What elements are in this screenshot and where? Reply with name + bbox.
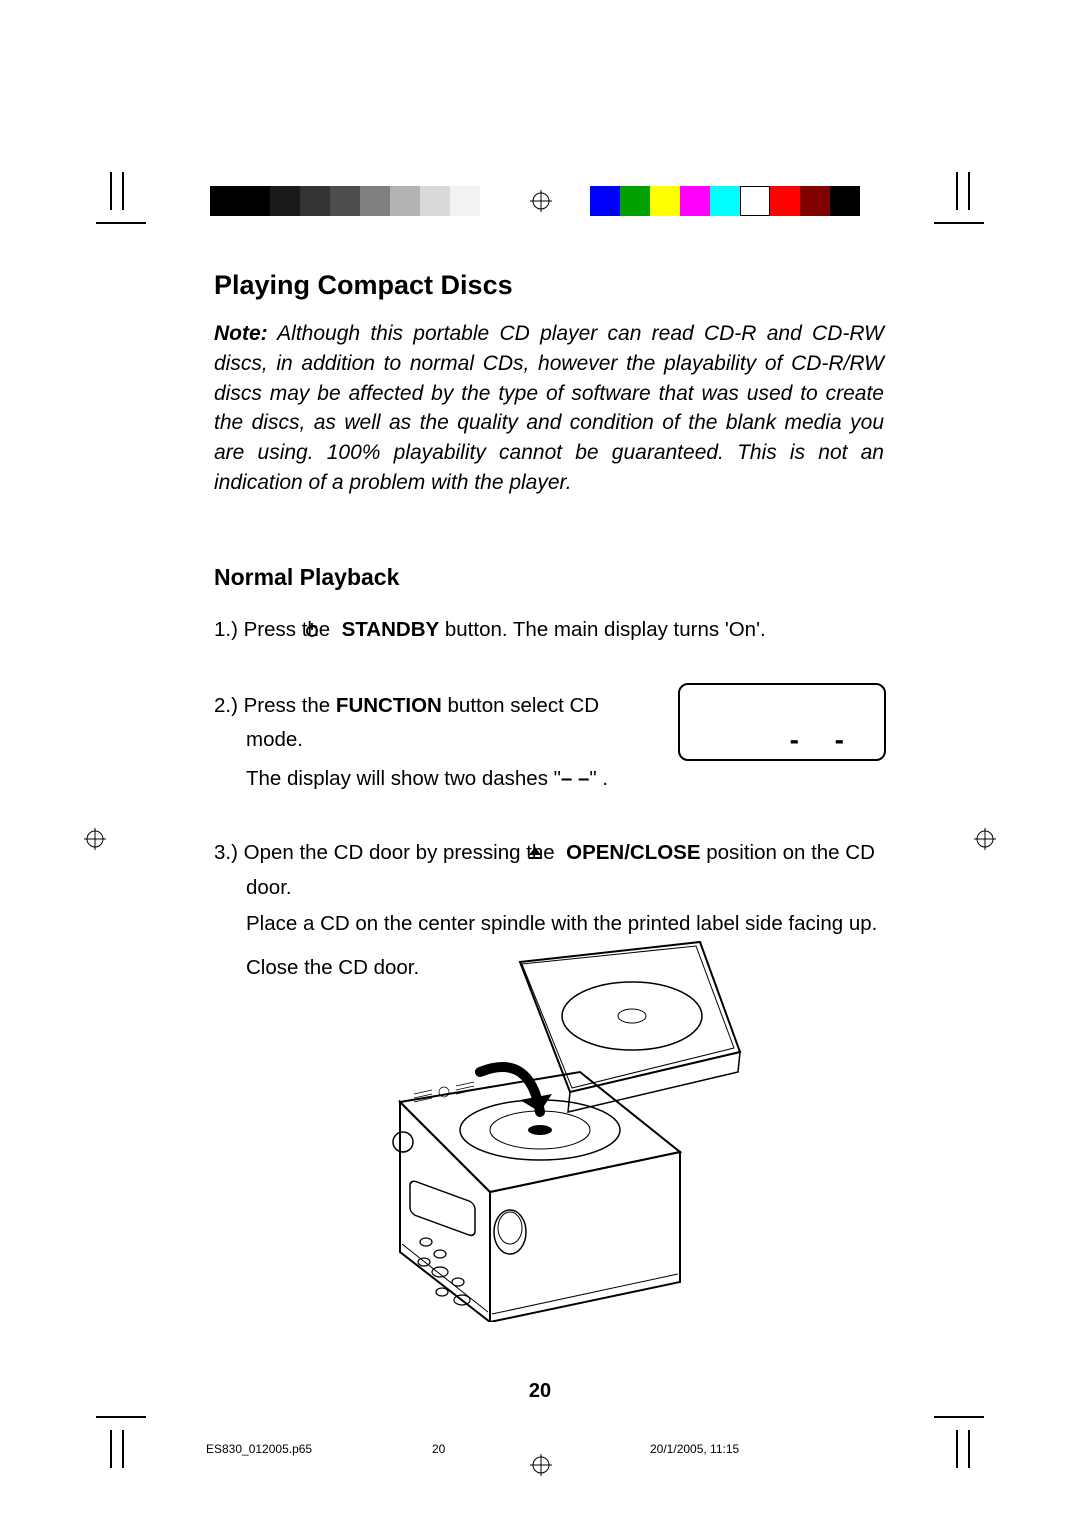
section-heading: Playing Compact Discs bbox=[214, 270, 884, 301]
step2-pre: 2.) Press the bbox=[214, 694, 336, 717]
page-number: 20 bbox=[0, 1380, 1080, 1403]
note-text: Although this portable CD player can rea… bbox=[214, 322, 884, 494]
step-1: 1.) Press the STANDBY button. The main d… bbox=[214, 613, 884, 649]
cd-player-illustration bbox=[340, 922, 760, 1322]
step1-post: button. The main display turns 'On'. bbox=[439, 618, 766, 641]
registration-mark-top bbox=[530, 190, 552, 212]
registration-mark-left bbox=[84, 828, 106, 850]
content-area: Playing Compact Discs Note: Although thi… bbox=[214, 270, 884, 1024]
step-2: 2.) Press the FUNCTION button select CD … bbox=[214, 689, 884, 796]
subheading: Normal Playback bbox=[214, 564, 884, 591]
registration-mark-right bbox=[974, 828, 996, 850]
step3-pre: 3.) Open the CD door by pressing the bbox=[214, 841, 560, 864]
step1-button-label: STANDBY bbox=[336, 618, 439, 641]
crop-mark-bottom-right bbox=[914, 1398, 984, 1468]
step3-button-label: OPEN/CLOSE bbox=[560, 841, 700, 864]
step2-dashes: – – bbox=[561, 767, 590, 790]
step2-line2-pre: The display will show two dashes " bbox=[246, 767, 561, 790]
footer-filename: ES830_012005.p65 bbox=[206, 1442, 312, 1456]
registration-mark-bottom bbox=[530, 1454, 552, 1476]
footer-datetime: 20/1/2005, 11:15 bbox=[650, 1442, 739, 1456]
footer-pagenum: 20 bbox=[432, 1442, 445, 1456]
step2-button-label: FUNCTION bbox=[336, 694, 442, 717]
crop-mark-bottom-left bbox=[96, 1398, 166, 1468]
step2-line2-post: " . bbox=[589, 767, 608, 790]
lcd-display-illustration: - - bbox=[678, 683, 886, 761]
note-label: Note: bbox=[214, 322, 268, 345]
lcd-dashes: - - bbox=[790, 717, 858, 763]
page: Playing Compact Discs Note: Although thi… bbox=[0, 0, 1080, 1528]
note-paragraph: Note: Although this portable CD player c… bbox=[214, 319, 884, 498]
